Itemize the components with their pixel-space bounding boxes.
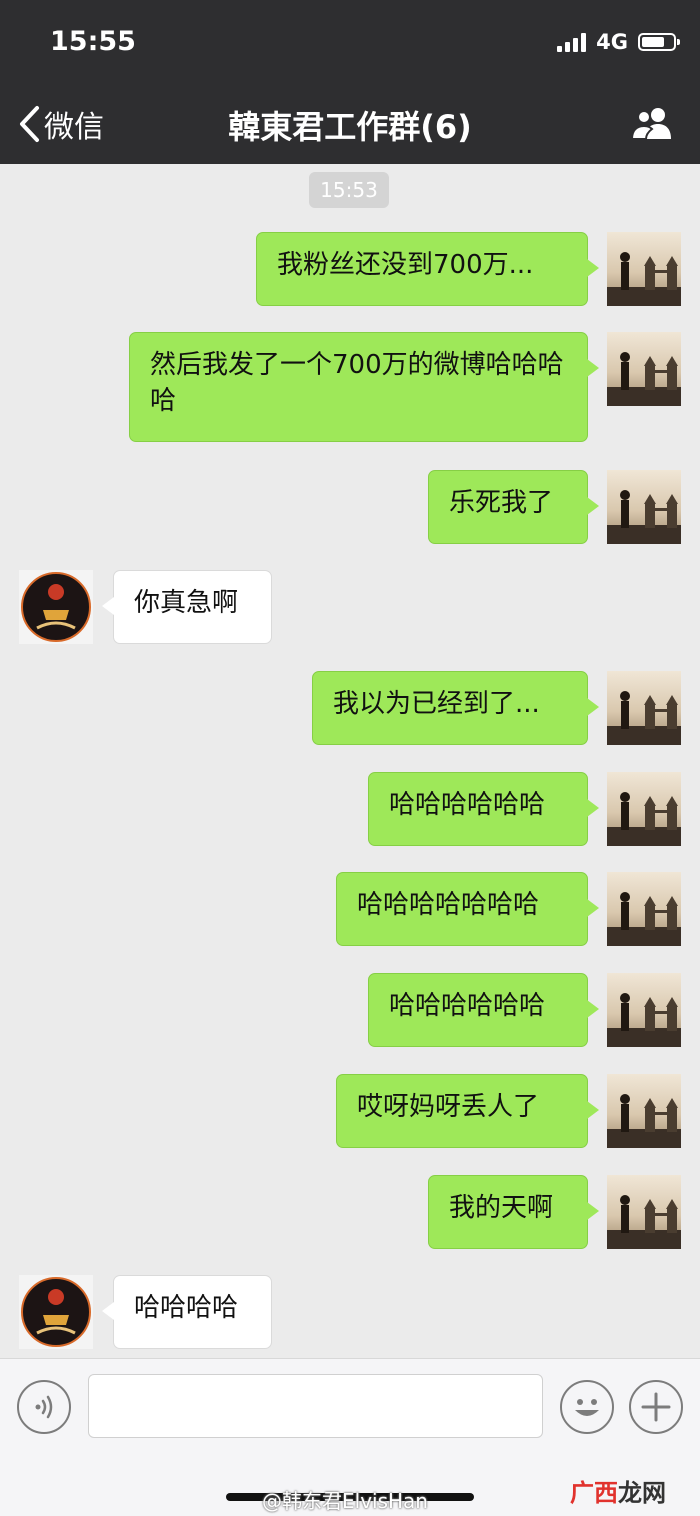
smiley-icon: [575, 1399, 599, 1416]
network-type: 4G: [596, 30, 628, 54]
outgoing-message[interactable]: 我粉丝还没到700万...: [256, 232, 599, 306]
site-logo-dark: 龙网: [618, 1479, 666, 1507]
self-avatar[interactable]: [607, 872, 681, 946]
tower-bridge-silhouette-icon: [607, 1195, 681, 1249]
battery-icon: [638, 33, 680, 51]
self-avatar[interactable]: [607, 973, 681, 1047]
signal-icon: [557, 32, 587, 52]
emoji-button[interactable]: [560, 1380, 614, 1434]
tower-bridge-silhouette-icon: [607, 252, 681, 306]
message-input[interactable]: [88, 1374, 543, 1438]
self-avatar[interactable]: [607, 232, 681, 306]
tower-bridge-silhouette-icon: [607, 1094, 681, 1148]
self-avatar[interactable]: [607, 1074, 681, 1148]
tower-bridge-silhouette-icon: [607, 993, 681, 1047]
self-avatar[interactable]: [607, 772, 681, 846]
incoming-message[interactable]: 哈哈哈哈: [102, 1275, 272, 1349]
incoming-message[interactable]: 你真急啊: [102, 570, 272, 644]
self-avatar[interactable]: [607, 1175, 681, 1249]
tower-bridge-silhouette-icon: [607, 792, 681, 846]
voice-input-button[interactable]: [17, 1380, 71, 1434]
message-list[interactable]: 15:53 我粉丝还没到700万... 然后我发了一个700万的微博哈哈哈哈 乐…: [0, 164, 700, 1358]
people-icon: [630, 108, 671, 140]
timestamp-label: 15:53: [309, 172, 389, 208]
tower-bridge-silhouette-icon: [607, 892, 681, 946]
outgoing-message[interactable]: 然后我发了一个700万的微博哈哈哈哈: [129, 332, 599, 442]
input-bar: @韩东君ElvisHan 广西龙网: [0, 1358, 700, 1516]
outgoing-message[interactable]: 哎呀妈呀丢人了: [336, 1074, 599, 1148]
outgoing-message[interactable]: 我以为已经到了...: [312, 671, 599, 745]
plus-icon: [641, 1392, 671, 1422]
self-avatar[interactable]: [607, 470, 681, 544]
status-indicators: 4G: [557, 30, 680, 54]
outgoing-message[interactable]: 哈哈哈哈哈哈: [368, 772, 599, 846]
singer-logo-icon: [21, 1277, 91, 1347]
site-logo-red: 广西: [570, 1479, 618, 1507]
outgoing-message[interactable]: 哈哈哈哈哈哈: [368, 973, 599, 1047]
top-bar: 15:55 4G 微信 韓東君工作群(6): [0, 0, 700, 164]
site-logo: 广西龙网: [570, 1473, 666, 1508]
self-avatar[interactable]: [607, 671, 681, 745]
group-members-button[interactable]: [630, 106, 676, 144]
outgoing-message[interactable]: 乐死我了: [428, 470, 599, 544]
outgoing-message[interactable]: 哈哈哈哈哈哈哈: [336, 872, 599, 946]
weibo-watermark: @韩东君ElvisHan: [262, 1489, 428, 1513]
chat-title: 韓東君工作群(6): [228, 108, 472, 146]
voice-icon: [35, 1395, 53, 1419]
contact-avatar[interactable]: [19, 1275, 93, 1349]
status-time: 15:55: [50, 26, 136, 57]
tower-bridge-silhouette-icon: [607, 691, 681, 745]
tower-bridge-silhouette-icon: [607, 490, 681, 544]
tower-bridge-silhouette-icon: [607, 352, 681, 406]
self-avatar[interactable]: [607, 332, 681, 406]
contact-avatar[interactable]: [19, 570, 93, 644]
outgoing-message[interactable]: 我的天啊: [428, 1175, 599, 1249]
singer-logo-icon: [21, 572, 91, 642]
more-actions-button[interactable]: [629, 1380, 683, 1434]
